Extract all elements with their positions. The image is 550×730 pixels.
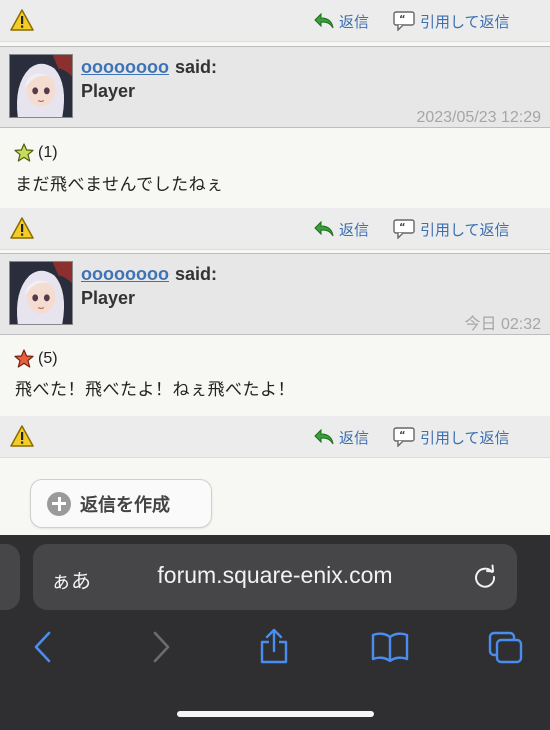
user-info-box: oooooooo said: Player 今日 02:32 <box>0 253 550 335</box>
reply-button[interactable]: 返信 <box>313 11 369 31</box>
warning-icon[interactable] <box>10 425 34 447</box>
post-message: まだ飛べませんでしたねぇ <box>15 175 224 194</box>
svg-text:“: “ <box>399 430 406 441</box>
post-date: 今日 02:32 <box>464 316 542 333</box>
username-link[interactable]: oooooooo <box>81 57 169 78</box>
reply-button[interactable]: 返信 <box>313 219 369 239</box>
quote-label: 引用して返信 <box>420 429 510 447</box>
said-label: said: <box>175 264 218 284</box>
address-bar[interactable]: ぁあ forum.square-enix.com <box>33 544 517 610</box>
home-indicator[interactable] <box>177 711 374 717</box>
bookmarks-icon[interactable] <box>371 632 409 662</box>
avatar[interactable] <box>9 54 73 118</box>
said-label: said: <box>175 57 218 77</box>
svg-text:“: “ <box>399 14 406 25</box>
warning-icon[interactable] <box>10 217 34 239</box>
quote-reply-button[interactable]: “ 引用して返信 <box>393 11 510 31</box>
quote-icon: “ <box>393 427 415 447</box>
post-action-bar: 返信 “ 引用して返信 <box>0 0 550 42</box>
reply-arrow-icon <box>314 428 334 445</box>
create-reply-button[interactable]: 返信を作成 <box>30 479 212 528</box>
share-icon[interactable] <box>258 627 290 665</box>
user-title: Player <box>81 288 136 308</box>
post-date: 2023/05/23 12:29 <box>416 109 541 126</box>
username-link[interactable]: oooooooo <box>81 264 169 285</box>
rating[interactable]: (1) <box>14 143 58 163</box>
reply-label: 返信 <box>339 13 370 31</box>
user-info-box: oooooooo said: Player 2023/05/23 12:29 <box>0 46 550 128</box>
create-reply-label: 返信を作成 <box>80 494 170 515</box>
post-body: (1) まだ飛べませんでしたねぇ <box>0 129 550 208</box>
quote-reply-button[interactable]: “ 引用して返信 <box>393 427 510 447</box>
reply-label: 返信 <box>339 429 370 447</box>
quote-reply-button[interactable]: “ 引用して返信 <box>393 219 510 239</box>
reply-button[interactable]: 返信 <box>313 427 369 447</box>
reply-label: 返信 <box>339 221 370 239</box>
quote-icon: “ <box>393 219 415 239</box>
avatar[interactable] <box>9 261 73 325</box>
rating[interactable]: (5) <box>14 349 58 369</box>
plus-icon <box>47 491 71 516</box>
forward-icon[interactable] <box>148 630 174 664</box>
reply-arrow-icon <box>314 220 334 237</box>
svg-text:“: “ <box>399 222 406 233</box>
post-body: (5) 飛べた！飛べたよ！ねぇ飛べたよ！ <box>0 336 550 415</box>
star-icon <box>14 143 34 162</box>
post-action-bar: 返信 “ 引用して返信 <box>0 208 550 250</box>
quote-label: 引用して返信 <box>420 221 510 239</box>
post-action-bar: 返信 “ 引用して返信 <box>0 416 550 458</box>
previous-tab-preview[interactable] <box>0 544 20 610</box>
user-title: Player <box>81 81 136 101</box>
star-icon <box>14 349 34 368</box>
browser-toolbar: ぁあ forum.square-enix.com <box>0 535 550 730</box>
warning-icon[interactable] <box>10 9 34 31</box>
post-message: 飛べた！飛べたよ！ねぇ飛べたよ！ <box>15 380 295 399</box>
quote-icon: “ <box>393 11 415 31</box>
url-text: forum.square-enix.com <box>157 562 393 588</box>
quote-label: 引用して返信 <box>420 13 510 31</box>
back-icon[interactable] <box>30 630 56 664</box>
rating-count: (1) <box>38 144 58 161</box>
reply-arrow-icon <box>314 12 334 29</box>
rating-count: (5) <box>38 350 58 367</box>
reload-icon[interactable] <box>472 564 498 590</box>
tabs-icon[interactable] <box>488 631 524 665</box>
